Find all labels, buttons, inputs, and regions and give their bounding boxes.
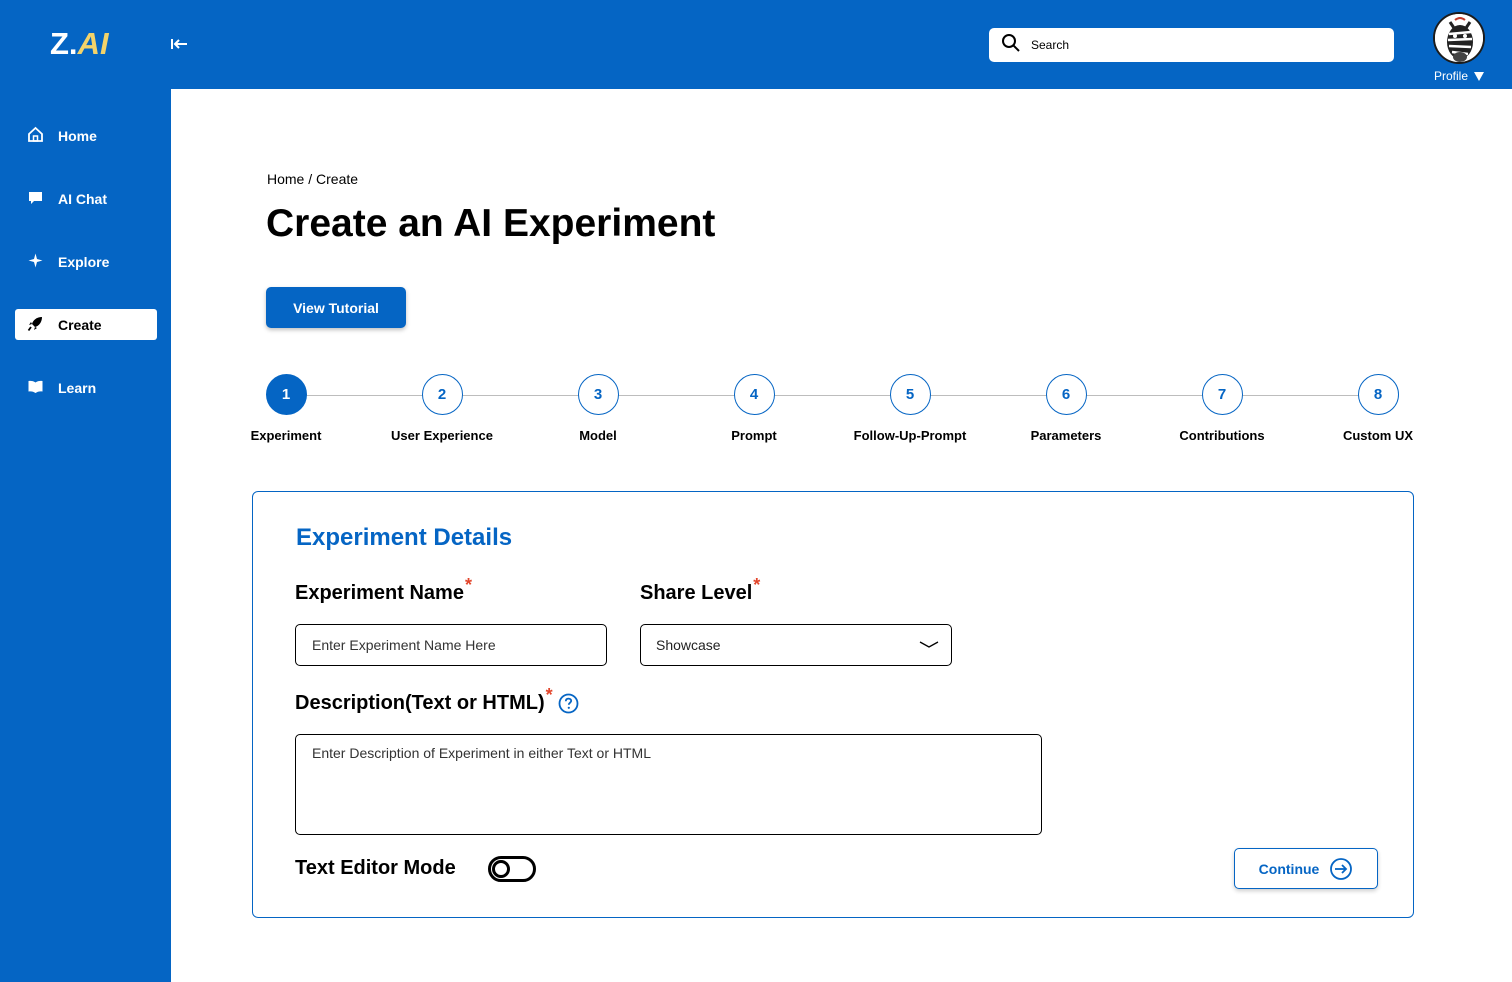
sidebar-item-ai-chat[interactable]: AI Chat [15,183,157,214]
caret-down-icon [1474,71,1485,81]
search-icon [1001,33,1021,58]
step-number[interactable]: 2 [421,374,463,415]
step-follow-up-prompt[interactable]: 5 Follow-Up-Prompt [830,374,990,443]
profile-label: Profile [1434,69,1469,83]
step-user-experience[interactable]: 2 User Experience [362,374,522,443]
collapse-sidebar-icon[interactable] [168,34,190,56]
sparkle-icon [27,252,58,272]
required-mark: * [464,575,472,595]
sidebar-item-label: Create [58,316,102,333]
required-mark: * [753,575,761,595]
step-number[interactable]: 6 [1045,374,1087,415]
share-level-select[interactable]: Showcase [640,624,952,666]
required-mark: * [545,685,553,705]
home-icon [27,126,58,146]
book-icon [27,378,58,398]
text-editor-mode-label: Text Editor Mode [295,857,456,879]
text-editor-mode-toggle[interactable] [488,856,536,882]
page-title: Create an AI Experiment [266,202,716,245]
share-level-label-text: Share Level [640,582,753,604]
view-tutorial-button[interactable]: View Tutorial [266,287,406,328]
sidebar-item-home[interactable]: Home [15,120,157,151]
logo-suffix: AI [77,26,109,61]
sidebar-item-label: Explore [58,253,110,270]
step-number[interactable]: 1 [265,374,307,415]
step-experiment[interactable]: 1 Experiment [206,374,366,443]
rocket-icon [27,315,58,335]
step-number[interactable]: 4 [733,374,775,415]
step-label: Contributions [1179,428,1265,443]
step-number[interactable]: 5 [889,374,931,415]
step-label: Model [579,428,617,443]
top-bar: Z.AI Profile [0,0,1512,89]
step-label: Experiment [250,428,322,443]
chat-bubble-icon [27,189,58,209]
step-model[interactable]: 3 Model [518,374,678,443]
toggle-knob [492,860,510,878]
continue-label: Continue [1258,860,1320,877]
app-logo[interactable]: Z.AI [50,26,109,62]
experiment-details-card: Experiment Details Experiment Name* Shar… [252,491,1414,918]
step-parameters[interactable]: 6 Parameters [986,374,1146,443]
step-label: Parameters [1030,428,1102,443]
step-label: Follow-Up-Prompt [853,428,967,443]
chevron-down-icon [919,641,939,648]
search-input[interactable] [1031,38,1371,52]
help-icon[interactable] [558,693,579,714]
step-prompt[interactable]: 4 Prompt [674,374,834,443]
sidebar: Home AI Chat Explore Create Learn [0,89,171,982]
arrow-right-circle-icon [1330,857,1353,880]
share-level-label: Share Level* [640,575,760,605]
sidebar-item-label: Learn [58,379,97,396]
step-custom-ux[interactable]: 8 Custom UX [1298,374,1458,443]
sidebar-item-label: Home [58,127,97,144]
step-label: Prompt [731,428,777,443]
continue-button[interactable]: Continue [1234,848,1378,889]
step-label: Custom UX [1342,428,1414,443]
avatar[interactable] [1433,12,1485,64]
description-textarea[interactable] [295,734,1042,835]
step-number[interactable]: 8 [1357,374,1399,415]
step-label: User Experience [391,428,493,443]
sidebar-item-learn[interactable]: Learn [15,372,157,403]
card-title: Experiment Details [296,524,513,551]
experiment-name-label: Experiment Name* [295,575,472,605]
step-number[interactable]: 3 [577,374,619,415]
step-number[interactable]: 7 [1201,374,1243,415]
experiment-name-input[interactable] [295,624,607,666]
profile-menu[interactable]: Profile [1434,69,1485,83]
sidebar-item-label: AI Chat [58,190,107,207]
step-contributions[interactable]: 7 Contributions [1142,374,1302,443]
logo-prefix: Z. [50,26,78,61]
share-level-value: Showcase [656,637,721,653]
description-label: Description(Text or HTML)* [295,685,553,715]
experiment-name-label-text: Experiment Name [295,582,464,604]
description-label-text: Description(Text or HTML) [295,692,545,714]
sidebar-item-create[interactable]: Create [15,309,157,340]
search-bar[interactable] [989,28,1394,62]
sidebar-item-explore[interactable]: Explore [15,246,157,277]
breadcrumb[interactable]: Home / Create [267,171,358,187]
